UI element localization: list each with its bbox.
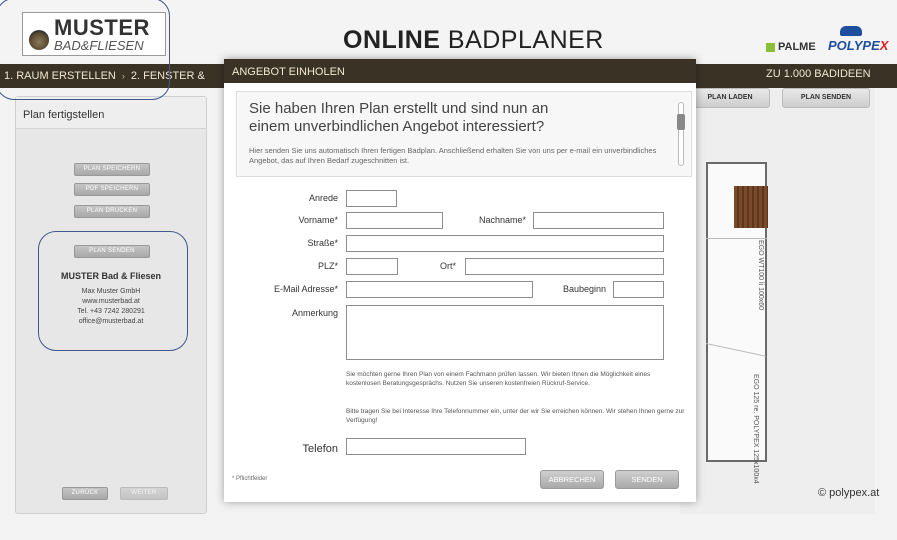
email-field[interactable] bbox=[346, 281, 533, 298]
plz-field[interactable] bbox=[346, 258, 398, 275]
contact-phone: Tel. +43 7242 280291 bbox=[77, 308, 145, 315]
baubeginn-label: Baubeginn bbox=[562, 284, 606, 294]
plan-senden-top-button[interactable]: PLAN SENDEN bbox=[782, 88, 870, 108]
brand-palme-text: PALME bbox=[778, 41, 816, 53]
app-title: ONLINE BADPLANER bbox=[343, 26, 604, 55]
floorplan-cabinet[interactable] bbox=[734, 186, 768, 228]
intro-scroll-thumb[interactable] bbox=[677, 114, 685, 130]
plz-label: PLZ* bbox=[317, 261, 338, 271]
intro-scrollbar[interactable] bbox=[678, 102, 684, 166]
logo-line2: BAD&FLIESEN bbox=[54, 37, 144, 53]
ort-label: Ort* bbox=[439, 261, 456, 271]
nachname-field[interactable] bbox=[533, 212, 664, 229]
plan-senden-button[interactable]: PLAN SENDEN bbox=[74, 245, 150, 258]
plan-drucken-button[interactable]: PLAN DRUCKEN bbox=[74, 205, 150, 218]
zurueck-button[interactable]: ZURÜCK bbox=[62, 487, 108, 500]
senden-button[interactable]: SENDEN bbox=[615, 470, 679, 489]
strasse-label: Straße* bbox=[307, 238, 338, 248]
vorname-field[interactable] bbox=[346, 212, 443, 229]
anmerkung-textarea[interactable] bbox=[346, 305, 664, 360]
anmerkung-label: Anmerkung bbox=[291, 308, 338, 318]
brand-polypex-logo: POLYPEX bbox=[828, 26, 889, 53]
left-panel: Plan fertigstellen PLAN SPEICHERN PDF SP… bbox=[15, 96, 207, 514]
app-title-rest: BADPLANER bbox=[447, 26, 604, 54]
nachname-label: Nachname* bbox=[478, 215, 526, 225]
nav-step-fenster[interactable]: 2. FENSTER & bbox=[131, 70, 205, 82]
app-window: MUSTER BAD&FLIESEN ONLINE BADPLANER PALM… bbox=[0, 0, 897, 540]
callback-info-text: Sie möchten gerne Ihren Plan von einem F… bbox=[346, 371, 651, 387]
plan-laden-button[interactable]: PLAN LADEN bbox=[690, 88, 770, 108]
nav-chevron-icon: › bbox=[121, 71, 125, 81]
floorplan-label-washtable: EGO WT100 li 100x60 bbox=[757, 240, 764, 311]
logo-emblem-icon bbox=[29, 30, 49, 50]
intro-headline: Sie haben Ihren Plan erstellt und sind n… bbox=[249, 100, 549, 135]
telefon-field[interactable] bbox=[346, 438, 526, 455]
floorplan-label-tub: EGO 125 re. POLYPEX 125x100x4 bbox=[752, 374, 759, 484]
required-fields-note: * Pflichtfelder bbox=[232, 476, 268, 482]
anrede-field[interactable] bbox=[346, 190, 397, 207]
baubeginn-field[interactable] bbox=[613, 281, 664, 298]
company-logo[interactable]: MUSTER BAD&FLIESEN bbox=[22, 12, 166, 56]
brand-palme-logo: PALME bbox=[766, 41, 816, 53]
vorname-label: Vorname* bbox=[298, 215, 338, 225]
abbrechen-button[interactable]: ABBRECHEN bbox=[540, 470, 604, 489]
logo-line1: MUSTER bbox=[54, 14, 150, 40]
dialog-title: ANGEBOT EINHOLEN bbox=[224, 59, 696, 83]
telefon-label: Telefon bbox=[302, 443, 338, 455]
email-label: E-Mail Adresse* bbox=[273, 284, 338, 294]
strasse-field[interactable] bbox=[346, 235, 664, 252]
brand-polypex-text: POLYPE bbox=[828, 38, 880, 53]
app-title-bold: ONLINE bbox=[343, 26, 441, 54]
plan-speichern-button[interactable]: PLAN SPEICHERN bbox=[74, 163, 150, 176]
company-name: MUSTER Bad & Fliesen bbox=[60, 271, 161, 281]
floorplan-divider bbox=[706, 238, 767, 239]
polypex-car-icon bbox=[840, 26, 862, 36]
nav-step-raum-erstellen[interactable]: 1. RAUM ERSTELLEN bbox=[0, 70, 116, 82]
pdf-speichern-button[interactable]: PDF SPEICHERN bbox=[74, 183, 150, 196]
intro-text: Hier senden Sie uns automatisch Ihren fe… bbox=[249, 146, 657, 165]
copyright-text: © polypex.at bbox=[818, 487, 880, 499]
contact-email[interactable]: office@musterbad.at bbox=[16, 318, 206, 325]
contact-company: Max Muster GmbH bbox=[81, 288, 141, 295]
brand-polypex-x: X bbox=[879, 38, 889, 53]
palme-square-icon bbox=[766, 42, 775, 52]
panel-title: Plan fertigstellen bbox=[16, 97, 206, 129]
ort-field[interactable] bbox=[465, 258, 664, 275]
anrede-label: Anrede bbox=[308, 193, 338, 203]
header: MUSTER BAD&FLIESEN ONLINE BADPLANER PALM… bbox=[0, 0, 897, 62]
angebot-dialog: ANGEBOT EINHOLEN Sie haben Ihren Plan er… bbox=[224, 59, 696, 502]
weiter-button[interactable]: WEITER bbox=[120, 487, 168, 500]
nav-link-badideen[interactable]: ZU 1.000 BADIDEEN bbox=[766, 68, 871, 80]
contact-website[interactable]: www.musterbad.at bbox=[16, 298, 206, 305]
dialog-intro-box: Sie haben Ihren Plan erstellt und sind n… bbox=[236, 91, 692, 177]
callback-phone-hint: Bitte tragen Sie bei Interesse Ihre Tele… bbox=[346, 408, 685, 424]
